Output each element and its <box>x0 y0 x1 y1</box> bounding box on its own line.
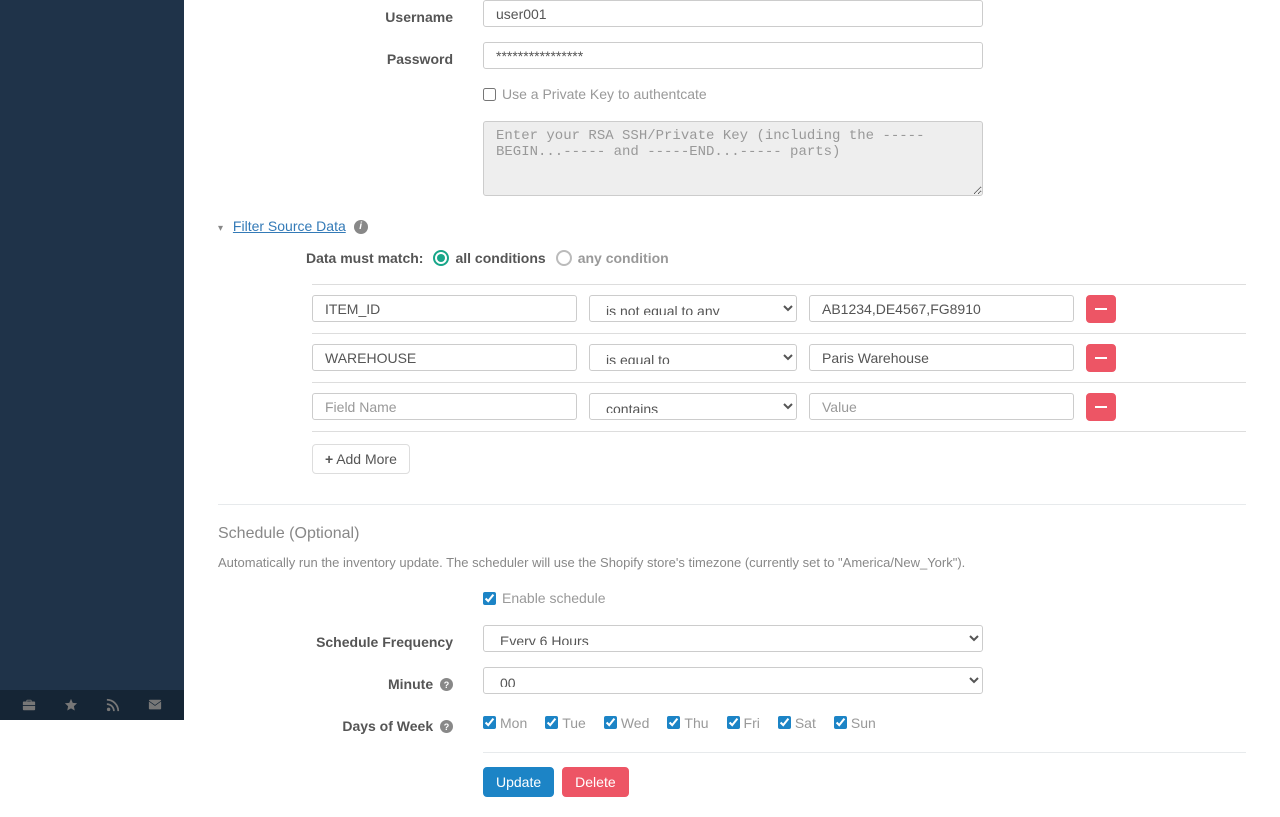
add-more-button[interactable]: +Add More <box>312 444 410 474</box>
chevron-down-icon[interactable]: ▾ <box>218 222 223 236</box>
day-checkbox-input[interactable] <box>727 716 740 729</box>
filter-operator-select[interactable]: is not equal to any <box>589 295 797 322</box>
password-label: Password <box>218 42 468 69</box>
update-button[interactable]: Update <box>483 767 554 797</box>
day-label: Wed <box>621 713 650 733</box>
add-more-label: Add More <box>336 451 397 467</box>
minute-label: Minute ? <box>218 667 468 694</box>
radio-selected-icon <box>433 250 449 266</box>
private-key-textarea <box>483 121 983 196</box>
envelope-icon[interactable] <box>147 697 163 713</box>
schedule-frequency-label: Schedule Frequency <box>218 625 468 652</box>
private-key-checkbox[interactable] <box>483 88 496 101</box>
info-icon[interactable]: i <box>354 220 368 234</box>
sidebar <box>0 0 184 720</box>
day-checkbox-input[interactable] <box>604 716 617 729</box>
schedule-description: Automatically run the inventory update. … <box>218 554 1246 573</box>
any-condition-text: any condition <box>578 248 669 268</box>
help-icon[interactable]: ? <box>440 720 453 733</box>
private-key-checkbox-label[interactable]: Use a Private Key to authentcate <box>483 84 707 104</box>
remove-filter-button[interactable] <box>1086 344 1116 372</box>
filter-value-input[interactable] <box>809 295 1074 322</box>
enable-schedule-checkbox[interactable] <box>483 592 496 605</box>
filter-source-data-toggle[interactable]: Filter Source Data <box>233 218 346 234</box>
filter-operator-select[interactable]: contains <box>589 393 797 420</box>
day-checkbox-sun[interactable]: Sun <box>834 713 876 733</box>
all-conditions-text: all conditions <box>455 248 545 268</box>
briefcase-icon[interactable] <box>21 697 37 713</box>
minus-icon <box>1095 357 1107 359</box>
star-icon[interactable] <box>63 697 79 713</box>
minus-icon <box>1095 406 1107 408</box>
day-checkbox-sat[interactable]: Sat <box>778 713 816 733</box>
days-of-week-label: Days of Week ? <box>218 709 468 736</box>
days-of-week-row: Mon Tue Wed Thu Fri Sat Sun <box>483 709 1246 733</box>
username-input[interactable] <box>483 0 983 27</box>
enable-schedule-label[interactable]: Enable schedule <box>483 588 606 608</box>
enable-schedule-text: Enable schedule <box>502 588 606 608</box>
day-checkbox-thu[interactable]: Thu <box>667 713 708 733</box>
minute-select[interactable]: 00 <box>483 667 983 694</box>
all-conditions-radio[interactable]: all conditions <box>433 248 545 268</box>
day-checkbox-input[interactable] <box>834 716 847 729</box>
day-label: Tue <box>562 713 586 733</box>
day-label: Thu <box>684 713 708 733</box>
filter-row: is not equal to any <box>312 284 1246 334</box>
minus-icon <box>1095 308 1107 310</box>
day-label: Mon <box>500 713 527 733</box>
filter-operator-select[interactable]: is equal to <box>589 344 797 371</box>
filter-value-input[interactable] <box>809 393 1074 420</box>
day-checkbox-input[interactable] <box>545 716 558 729</box>
schedule-frequency-select[interactable]: Every 6 Hours <box>483 625 983 652</box>
filter-field-input[interactable] <box>312 295 577 322</box>
day-checkbox-mon[interactable]: Mon <box>483 713 527 733</box>
remove-filter-button[interactable] <box>1086 393 1116 421</box>
day-label: Fri <box>744 713 760 733</box>
filter-field-input[interactable] <box>312 393 577 420</box>
day-label: Sat <box>795 713 816 733</box>
day-checkbox-fri[interactable]: Fri <box>727 713 760 733</box>
plus-icon: + <box>325 451 333 467</box>
data-must-match-label: Data must match: <box>306 248 423 268</box>
day-checkbox-input[interactable] <box>483 716 496 729</box>
remove-filter-button[interactable] <box>1086 295 1116 323</box>
filter-row: is equal to <box>312 334 1246 383</box>
schedule-title: Schedule (Optional) <box>218 523 1246 546</box>
username-label: Username <box>218 0 468 27</box>
divider <box>218 504 1246 505</box>
day-checkbox-tue[interactable]: Tue <box>545 713 586 733</box>
day-label: Sun <box>851 713 876 733</box>
main-content: Username Password Use a Private Key to a… <box>184 0 1280 817</box>
filter-field-input[interactable] <box>312 344 577 371</box>
day-checkbox-wed[interactable]: Wed <box>604 713 650 733</box>
radio-unselected-icon <box>556 250 572 266</box>
private-key-checkbox-text: Use a Private Key to authentcate <box>502 84 707 104</box>
filter-row: contains <box>312 383 1246 432</box>
password-input[interactable] <box>483 42 983 69</box>
delete-button[interactable]: Delete <box>562 767 628 797</box>
any-condition-radio[interactable]: any condition <box>556 248 669 268</box>
filter-rules-list: is not equal to any is equal to contains <box>312 284 1246 432</box>
filter-value-input[interactable] <box>809 344 1074 371</box>
day-checkbox-input[interactable] <box>667 716 680 729</box>
sidebar-footer <box>0 690 184 720</box>
rss-icon[interactable] <box>105 697 121 713</box>
day-checkbox-input[interactable] <box>778 716 791 729</box>
help-icon[interactable]: ? <box>440 678 453 691</box>
